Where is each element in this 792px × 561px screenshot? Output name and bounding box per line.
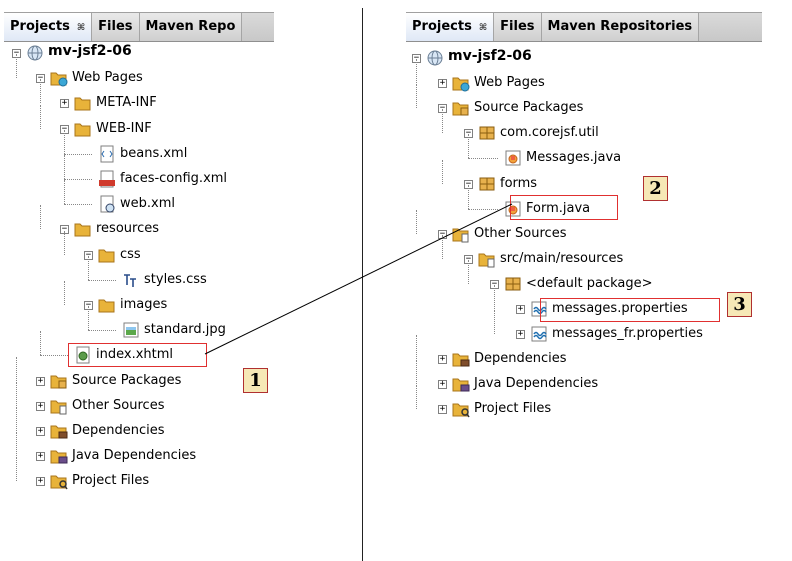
callout-2: 2 — [643, 176, 668, 201]
callout-3: 3 — [727, 292, 752, 317]
connector-line — [204, 203, 513, 355]
callout-1: 1 — [243, 368, 268, 393]
